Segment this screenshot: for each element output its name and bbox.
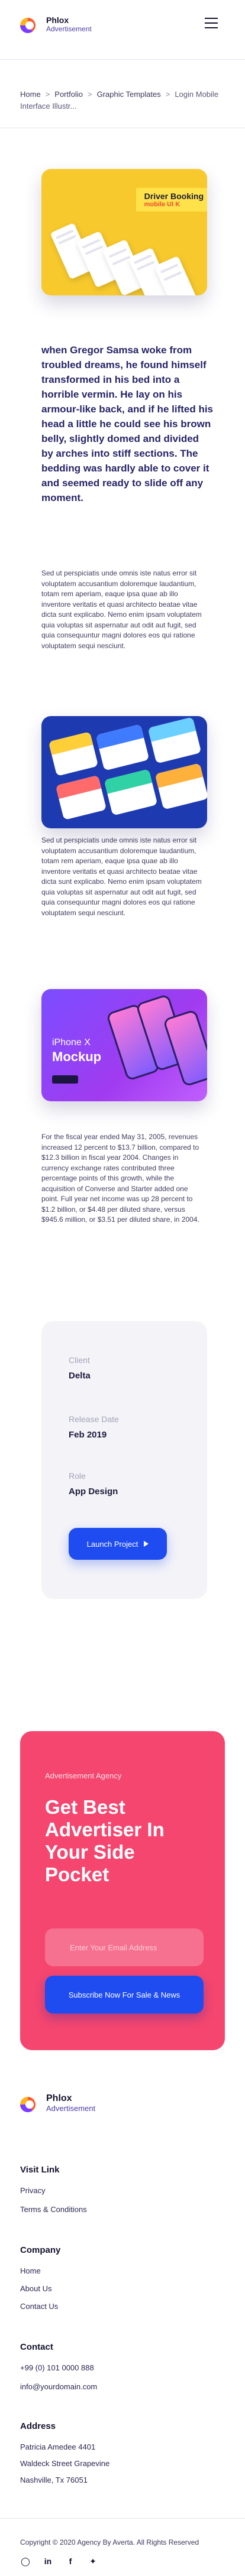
- logo-mark-icon: [20, 15, 44, 33]
- footer-address-line: Waldeck Street Grapevine: [20, 2459, 110, 2468]
- instagram-icon[interactable]: ◯: [20, 2556, 31, 2567]
- mockup-line2: Mockup: [52, 1049, 102, 1064]
- chevron-right-icon: >: [45, 90, 50, 99]
- image-title: Driver Booking: [144, 191, 204, 201]
- ui-card: [104, 769, 158, 816]
- footer-email[interactable]: info@yourdomain.com: [20, 2382, 97, 2391]
- release-date-value: Feb 2019: [69, 1430, 107, 1440]
- footer-visit-heading: Visit Link: [20, 2165, 60, 2175]
- header-divider: [0, 59, 245, 60]
- footer-logo[interactable]: Phlox Advertisement: [20, 2094, 95, 2112]
- body-paragraph: Sed ut perspiciatis unde omnis iste natu…: [41, 569, 202, 650]
- footer-company-heading: Company: [20, 2245, 61, 2255]
- mockup-title: iPhone X Mockup: [52, 1037, 101, 1065]
- footer-link-terms[interactable]: Terms & Conditions: [20, 2205, 87, 2214]
- footer-link-privacy[interactable]: Privacy: [20, 2186, 46, 2195]
- image-subtitle: mobile UI K: [144, 201, 180, 208]
- role-label: Role: [69, 1471, 86, 1481]
- ui-card: [95, 724, 150, 771]
- newsletter-section: Advertisement Agency Get Best Advertiser…: [20, 1731, 225, 2050]
- email-input[interactable]: Enter Your Email Address: [45, 1928, 204, 1966]
- launch-project-button[interactable]: Launch Project: [69, 1528, 167, 1560]
- footer-link-contact[interactable]: Contact Us: [20, 2302, 58, 2311]
- client-value: Delta: [69, 1371, 91, 1381]
- ui-card: [154, 763, 207, 810]
- footer-address-line: Nashville, Tx 76051: [20, 2476, 88, 2484]
- ui-card: [147, 717, 202, 764]
- breadcrumb: Home > Portfolio > Graphic Templates > Login M…: [20, 89, 225, 112]
- breadcrumb-graphic-templates[interactable]: Graphic Templates: [97, 90, 161, 99]
- footer-link-home[interactable]: Home: [20, 2266, 41, 2275]
- brand-logo[interactable]: Phlox Advertisement: [20, 15, 92, 33]
- chevron-right-icon: >: [165, 90, 170, 99]
- site-header: Phlox Advertisement: [0, 0, 245, 51]
- copyright-text: Copyright © 2020 Agency By Averta. All R…: [20, 2538, 199, 2546]
- app-store-badge-icon: [52, 1075, 78, 1084]
- release-date-label: Release Date: [69, 1414, 119, 1424]
- twitter-icon[interactable]: ✦: [88, 2556, 98, 2567]
- portfolio-image-iphone-mockup: iPhone X Mockup: [41, 989, 207, 1101]
- brand-name: Phlox: [46, 15, 69, 25]
- image-title-band: Driver Booking mobile UI K: [136, 188, 207, 212]
- brand-tagline: Advertisement: [46, 25, 92, 33]
- project-info-card: Client Delta Release Date Feb 2019 Role …: [41, 1321, 207, 1599]
- linkedin-icon[interactable]: in: [43, 2556, 53, 2567]
- footer-logo-text: Phlox Advertisement: [46, 2093, 96, 2113]
- footer-link-about[interactable]: About Us: [20, 2284, 51, 2293]
- social-links: ◯ in f ✦: [20, 2556, 110, 2567]
- launch-project-label: Launch Project: [86, 1539, 138, 1549]
- footer-brand-name: Phlox: [46, 2093, 72, 2103]
- logo-mark-icon: [20, 2094, 44, 2112]
- facebook-icon[interactable]: f: [65, 2556, 76, 2567]
- footer-address-heading: Address: [20, 2421, 56, 2431]
- body-paragraph: Sed ut perspiciatis unde omnis iste natu…: [41, 836, 202, 917]
- breadcrumb-portfolio[interactable]: Portfolio: [54, 90, 83, 99]
- logo-text: Phlox Advertisement: [46, 16, 92, 32]
- footer-divider: [0, 2518, 245, 2519]
- portfolio-image-web-cards: [41, 716, 207, 828]
- body-paragraph: For the fiscal year ended May 31, 2005, …: [41, 1133, 199, 1224]
- ui-card: [55, 775, 107, 821]
- breadcrumb-home[interactable]: Home: [20, 90, 41, 99]
- ui-card: [48, 731, 99, 776]
- role-value: App Design: [69, 1487, 118, 1497]
- footer-address-line: Patricia Amedee 4401: [20, 2442, 96, 2451]
- subscribe-button[interactable]: Subscribe Now For Sale & News: [45, 1976, 204, 2014]
- footer-contact-heading: Contact: [20, 2342, 53, 2352]
- lead-text: when Gregor Samsa woke from troubled dre…: [41, 344, 214, 503]
- footer-brand-tagline: Advertisement: [46, 2104, 96, 2113]
- newsletter-heading: Get Best Advertiser In Your Side Pocket: [45, 1796, 165, 1885]
- play-icon: [144, 1541, 149, 1547]
- footer-phone[interactable]: +99 (0) 101 0000 888: [20, 2363, 94, 2372]
- chevron-right-icon: >: [87, 90, 92, 99]
- portfolio-image-driver-booking: Driver Booking mobile UI K: [41, 169, 207, 295]
- mockup-line1: iPhone X: [52, 1037, 91, 1048]
- hamburger-icon[interactable]: [205, 18, 218, 28]
- client-label: Client: [69, 1355, 90, 1365]
- newsletter-eyebrow: Advertisement Agency: [45, 1771, 122, 1780]
